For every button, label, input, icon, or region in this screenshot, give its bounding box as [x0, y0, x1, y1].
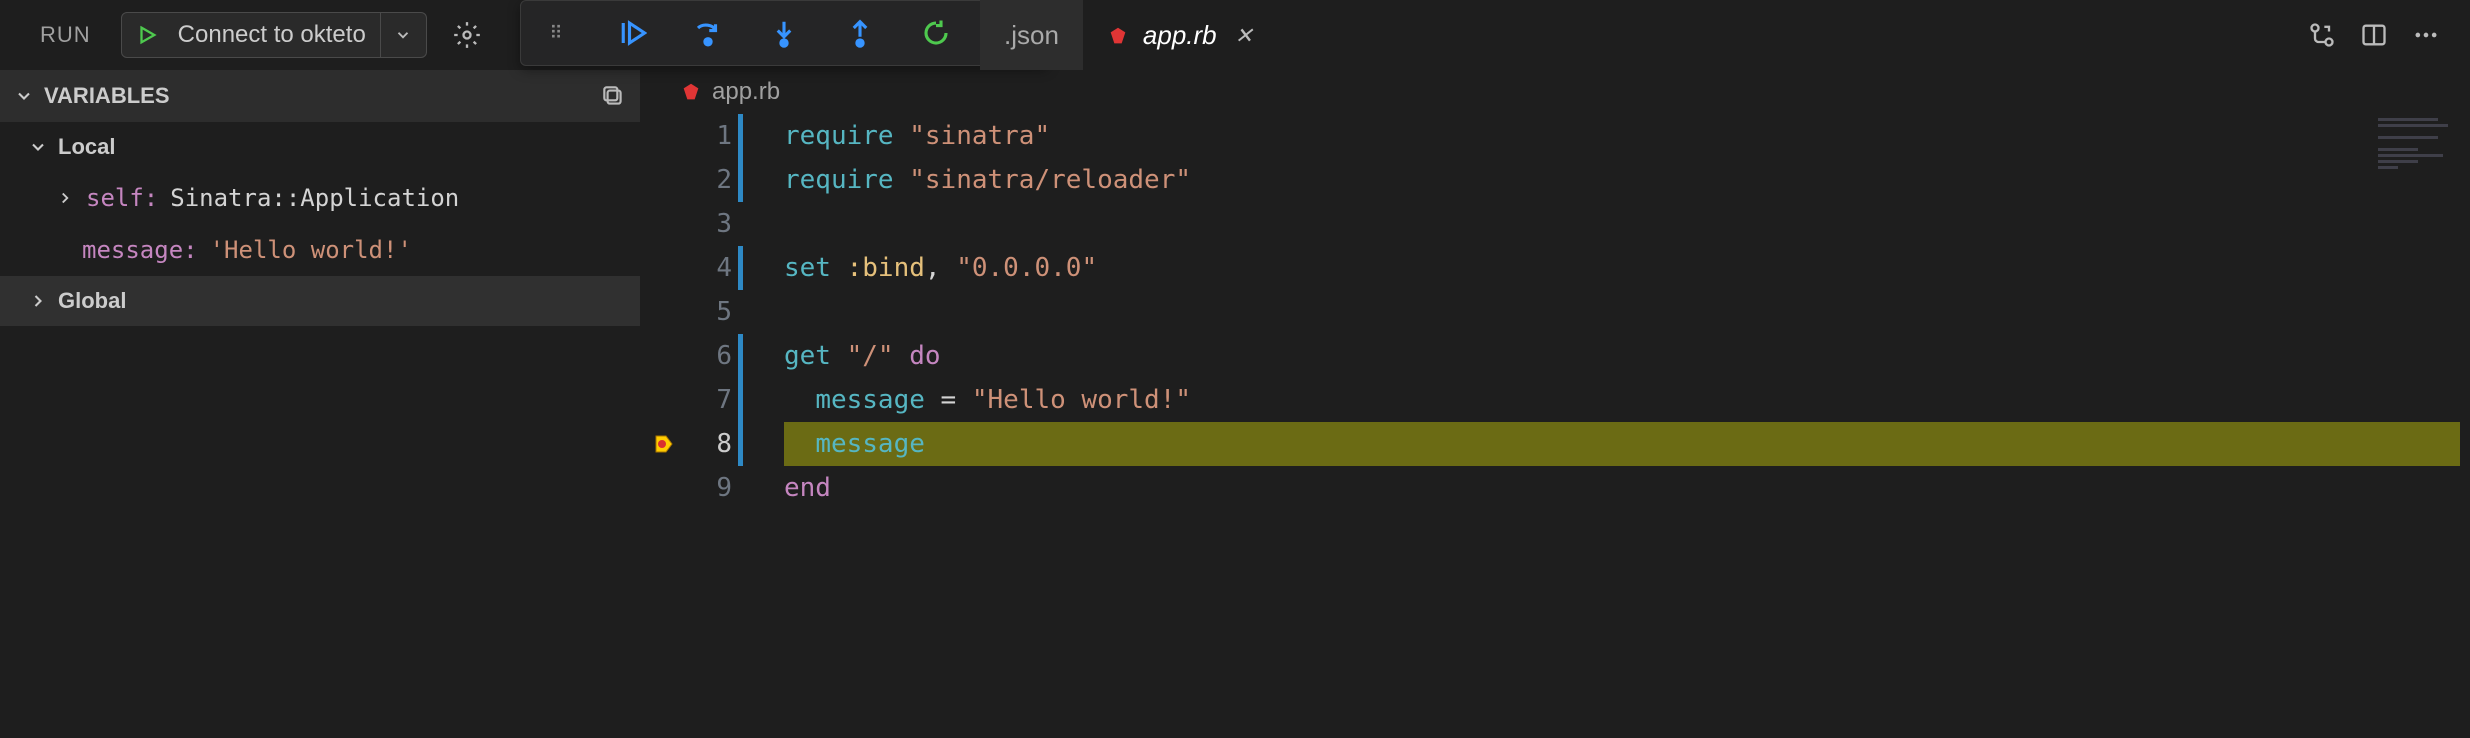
line-number: 8 — [672, 422, 732, 466]
editor: app.rb 123456789 require "sinatra"requir… — [640, 70, 2470, 738]
chevron-right-icon — [56, 189, 74, 207]
code-line[interactable]: message — [784, 422, 2460, 466]
tab-json-partial[interactable]: .json — [980, 0, 1083, 70]
var-value: Sinatra::Application — [170, 184, 459, 212]
chevron-down-icon — [14, 86, 34, 106]
debug-sidebar: VARIABLES Local self: Sinatra::Applicati… — [0, 70, 640, 738]
split-editor-icon[interactable] — [2360, 21, 2388, 49]
drag-handle-icon[interactable]: ⠿ — [535, 12, 577, 54]
line-gutter: 123456789 — [640, 114, 750, 738]
code-line[interactable]: require "sinatra/reloader" — [784, 158, 2460, 202]
launch-config-selector[interactable]: Connect to okteto — [121, 12, 427, 58]
scope-label: Global — [58, 288, 126, 314]
code-line[interactable] — [784, 202, 2460, 246]
line-number: 2 — [672, 158, 732, 202]
line-number: 4 — [672, 246, 732, 290]
minimap[interactable] — [2378, 118, 2458, 178]
step-over-button[interactable] — [687, 12, 729, 54]
more-actions-icon[interactable] — [2412, 21, 2440, 49]
scope-local[interactable]: Local — [0, 122, 640, 172]
compare-changes-icon[interactable] — [2308, 21, 2336, 49]
line-number: 9 — [672, 466, 732, 510]
tab-label: .json — [1004, 20, 1059, 51]
var-name: message: — [82, 236, 198, 264]
step-out-button[interactable] — [839, 12, 881, 54]
ruby-file-icon — [1107, 25, 1129, 47]
continue-button[interactable] — [611, 12, 653, 54]
var-name: self: — [86, 184, 158, 212]
code-content[interactable]: require "sinatra"require "sinatra/reload… — [750, 114, 2470, 738]
code-line[interactable]: set :bind, "0.0.0.0" — [784, 246, 2460, 290]
variables-section-header[interactable]: VARIABLES — [0, 70, 640, 122]
editor-tabs: .json app.rb ✕ — [980, 0, 2470, 70]
line-number: 5 — [672, 290, 732, 334]
modified-indicator — [738, 114, 743, 158]
restart-button[interactable] — [915, 12, 957, 54]
breadcrumb[interactable]: app.rb — [640, 70, 2470, 114]
collapse-all-icon[interactable] — [600, 83, 626, 109]
line-number: 6 — [672, 334, 732, 378]
configure-gear-icon[interactable] — [445, 21, 489, 49]
code-line[interactable]: require "sinatra" — [784, 114, 2460, 158]
tab-app-rb[interactable]: app.rb ✕ — [1083, 0, 1281, 70]
editor-actions — [2308, 21, 2470, 49]
variable-message[interactable]: message: 'Hello world!' — [0, 224, 640, 276]
modified-indicator — [738, 334, 743, 378]
code-line[interactable]: message = "Hello world!" — [784, 378, 2460, 422]
step-into-button[interactable] — [763, 12, 805, 54]
var-value: 'Hello world!' — [210, 236, 412, 264]
close-tab-button[interactable]: ✕ — [1231, 23, 1257, 49]
modified-indicator — [738, 422, 743, 466]
line-number: 3 — [672, 202, 732, 246]
line-number: 1 — [672, 114, 732, 158]
chevron-right-icon — [28, 291, 48, 311]
current-execution-icon — [652, 432, 676, 456]
sidebar-title-run: RUN — [0, 22, 121, 48]
modified-indicator — [738, 158, 743, 202]
chevron-down-icon — [28, 137, 48, 157]
ruby-file-icon — [680, 81, 702, 103]
variable-self[interactable]: self: Sinatra::Application — [0, 172, 640, 224]
variables-title: VARIABLES — [44, 83, 170, 109]
tab-label: app.rb — [1143, 20, 1217, 51]
code-body[interactable]: 123456789 require "sinatra"require "sina… — [640, 114, 2470, 738]
top-bar: RUN Connect to okteto ⠿ — [0, 0, 2470, 70]
breadcrumb-file: app.rb — [712, 78, 780, 106]
code-line[interactable]: end — [784, 466, 2460, 510]
body: VARIABLES Local self: Sinatra::Applicati… — [0, 70, 2470, 738]
modified-indicator — [738, 378, 743, 422]
launch-config-name: Connect to okteto — [172, 21, 380, 49]
code-line[interactable]: get "/" do — [784, 334, 2460, 378]
scope-global[interactable]: Global — [0, 276, 640, 326]
launch-config-dropdown[interactable] — [380, 13, 426, 57]
scope-label: Local — [58, 134, 115, 160]
modified-indicator — [738, 246, 743, 290]
start-debug-icon[interactable] — [122, 24, 172, 46]
line-number: 7 — [672, 378, 732, 422]
debug-toolbar: ⠿ — [520, 0, 1048, 66]
code-line[interactable] — [784, 290, 2460, 334]
